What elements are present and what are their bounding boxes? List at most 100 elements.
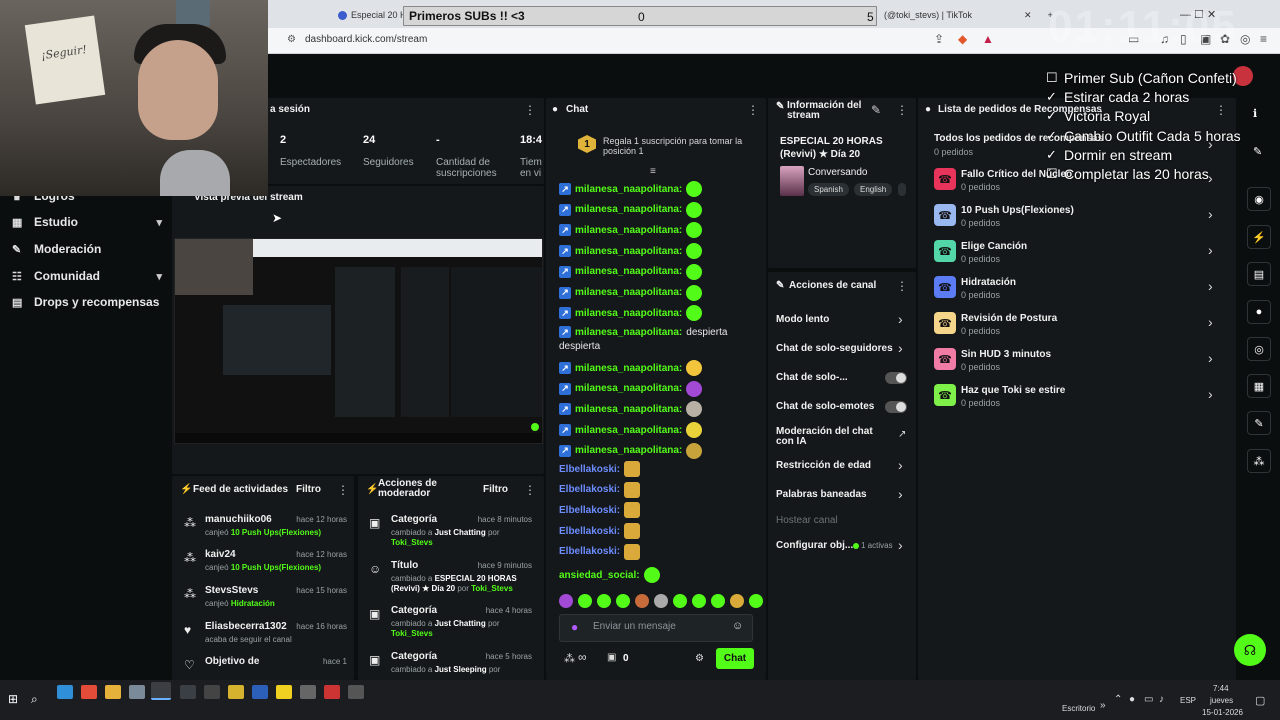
more-options-icon[interactable]: ⋮	[896, 103, 908, 117]
emote-icon[interactable]	[616, 594, 630, 608]
emote-icon[interactable]	[673, 594, 687, 608]
reward-title[interactable]: Sin HUD 3 minutos	[961, 349, 1051, 360]
document-icon[interactable]: ▤	[1247, 262, 1271, 286]
category-name[interactable]: Conversando	[808, 167, 867, 178]
brave-shield-icon[interactable]: ◆	[958, 32, 967, 46]
chevron-right-icon[interactable]: ›	[1208, 278, 1213, 294]
chat-username[interactable]: Elbellakoski:	[559, 484, 620, 495]
reward-title[interactable]: Elige Canción	[961, 241, 1027, 252]
chevron-right-icon[interactable]: ›	[898, 537, 903, 553]
emote-icon[interactable]	[578, 594, 592, 608]
sidebar-item-comunidad[interactable]: ☷ Comunidad ▾	[12, 269, 162, 283]
app-icon[interactable]	[228, 685, 244, 699]
channel-action-item[interactable]: Restricción de edad	[776, 460, 906, 471]
rewards-icon[interactable]: ▲	[982, 32, 994, 46]
more-options-icon[interactable]: ⋮	[337, 483, 349, 497]
category-thumbnail[interactable]	[780, 166, 804, 196]
brave-icon[interactable]	[151, 682, 171, 700]
emote-icon[interactable]	[559, 594, 573, 608]
emote-icon[interactable]	[730, 594, 744, 608]
folder-icon[interactable]	[105, 685, 121, 699]
edge-icon[interactable]	[57, 685, 73, 699]
chat-icon[interactable]: ●	[1247, 300, 1271, 324]
camera-icon[interactable]: ◉	[1247, 187, 1271, 211]
community-icon[interactable]: ⁂	[1247, 449, 1271, 473]
send-chat-button[interactable]: Chat	[716, 648, 754, 669]
app-icon[interactable]	[348, 685, 364, 699]
more-options-icon[interactable]: ⋮	[524, 483, 536, 497]
more-options-icon[interactable]: ⋮	[524, 103, 536, 117]
chevron-right-icon[interactable]: ›	[898, 457, 903, 473]
bolt-icon[interactable]: ⚡	[1247, 225, 1271, 249]
chevron-right-icon[interactable]: ›	[898, 311, 903, 327]
sidebar-item-drops[interactable]: ▤ Drops y recompensas	[12, 295, 162, 309]
language-label[interactable]: ESP	[1180, 696, 1196, 705]
modactions-filter-button[interactable]: Filtro	[483, 484, 508, 495]
app-icon[interactable]	[324, 685, 340, 699]
chat-username[interactable]: milanesa_naapolitana:	[575, 184, 682, 195]
emote-bar[interactable]	[559, 594, 763, 608]
gear-icon[interactable]: ⚙	[695, 653, 704, 664]
activity-user[interactable]: Objetivo de	[205, 656, 259, 667]
tray-expand-icon[interactable]: ⌃	[1114, 694, 1122, 705]
external-link-icon[interactable]: ↗	[898, 429, 906, 440]
obs-icon[interactable]	[300, 685, 316, 699]
reward-title[interactable]: Hidratación	[961, 277, 1016, 288]
desktop-label[interactable]: Escritorio	[1062, 704, 1095, 713]
word-icon[interactable]	[252, 685, 268, 699]
chat-username[interactable]: milanesa_naapolitana:	[575, 204, 682, 215]
emote-icon[interactable]	[749, 594, 763, 608]
activity-user[interactable]: StevsStevs	[205, 585, 258, 596]
chat-username[interactable]: milanesa_naapolitana:	[575, 266, 682, 277]
clock-time[interactable]: 7:44	[1213, 684, 1229, 693]
gift-text[interactable]: Regala 1 suscripción para tomar la posic…	[603, 136, 743, 156]
chevron-right-icon[interactable]: ›	[1208, 206, 1213, 222]
emote-icon[interactable]	[597, 594, 611, 608]
chat-username[interactable]: milanesa_naapolitana:	[575, 445, 682, 456]
channel-action-item[interactable]: Hostear canal	[776, 515, 906, 526]
chrome-icon[interactable]	[81, 685, 97, 699]
chat-username[interactable]: milanesa_naapolitana:	[575, 404, 682, 415]
search-icon[interactable]: ⌕	[31, 692, 38, 707]
close-icon[interactable]: ✕	[1024, 10, 1032, 21]
chevron-right-icon[interactable]: ›	[1208, 170, 1213, 186]
chat-username[interactable]: milanesa_naapolitana:	[575, 225, 682, 236]
edit-icon[interactable]: ✎	[871, 103, 881, 117]
chat-username[interactable]: milanesa_naapolitana:	[575, 383, 682, 394]
notepad-icon[interactable]	[129, 685, 145, 699]
modaction-user[interactable]: Toki_Stevs	[391, 629, 433, 638]
community-icon[interactable]: ⁂	[564, 652, 575, 665]
chat-username[interactable]: ansiedad_social:	[559, 570, 640, 581]
activity-user[interactable]: manuchiiko06	[205, 514, 272, 525]
more-options-icon[interactable]: ⋮	[747, 103, 759, 117]
chat-username[interactable]: milanesa_naapolitana:	[575, 308, 682, 319]
chevron-right-icon[interactable]: ›	[1208, 242, 1213, 258]
microphone-icon[interactable]: ●	[571, 620, 578, 634]
app-icon[interactable]	[276, 685, 292, 699]
chat-username[interactable]: milanesa_naapolitana:	[575, 327, 682, 338]
network-icon[interactable]: ▭	[1144, 694, 1153, 705]
activity-user[interactable]: kaiv24	[205, 549, 236, 560]
url-field[interactable]: dashboard.kick.com/stream	[305, 34, 427, 45]
chat-username[interactable]: Elbellakoski:	[559, 546, 620, 557]
modaction-user[interactable]: Toki_Stevs	[471, 584, 513, 593]
chevron-right-icon[interactable]: ›	[898, 340, 903, 356]
channel-action-item[interactable]: Palabras baneadas	[776, 489, 906, 500]
share-icon[interactable]: ⇪	[934, 32, 944, 46]
stream-preview[interactable]	[174, 238, 543, 444]
chat-input-placeholder[interactable]: Enviar un mensaje	[593, 621, 676, 632]
layout-icon[interactable]: ▦	[1247, 374, 1271, 398]
emote-icon[interactable]	[692, 594, 706, 608]
toggle-switch[interactable]	[885, 401, 907, 413]
app-icon[interactable]	[180, 685, 196, 699]
windows-start-icon[interactable]: ⊞	[8, 692, 18, 706]
chevron-right-icon[interactable]: ›	[1208, 350, 1213, 366]
chat-username[interactable]: Elbellakoski:	[559, 505, 620, 516]
modaction-user[interactable]: Toki_Stevs	[391, 538, 433, 547]
microphone-icon[interactable]: ●	[1129, 694, 1135, 705]
channel-action-item[interactable]: Chat de solo-seguidores	[776, 343, 906, 354]
activity-user[interactable]: Eliasbecerra1302	[205, 621, 287, 632]
chevron-right-icon[interactable]: »	[1100, 700, 1106, 711]
wrench-icon[interactable]: ✎	[1247, 411, 1271, 435]
chat-username[interactable]: milanesa_naapolitana:	[575, 425, 682, 436]
